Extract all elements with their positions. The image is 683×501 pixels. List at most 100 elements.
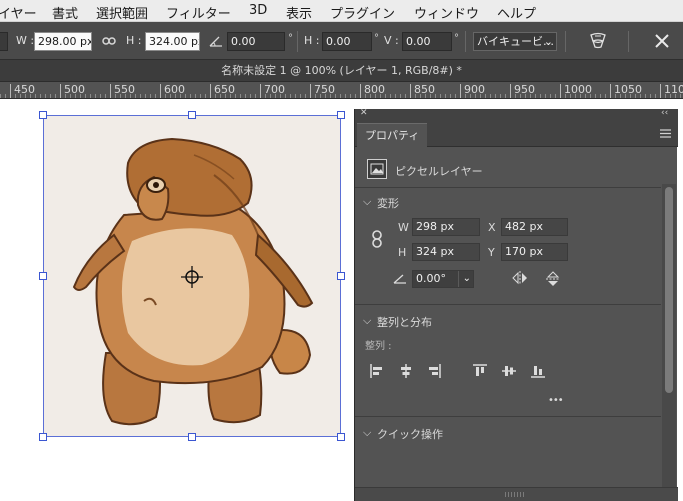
transform-width-input[interactable]: 298 px [412,218,480,236]
angle-icon [209,35,223,47]
chevron-down-icon[interactable]: ⌵ [363,314,371,328]
rotation-unit: ° [288,33,293,44]
ruler-tick: 1100 [660,84,683,98]
align-middle-vertical-icon[interactable] [502,364,516,378]
chain-link-icon[interactable] [372,230,382,248]
flip-vertical-icon[interactable] [546,271,560,287]
menu-select[interactable]: 選択範囲 [96,3,148,22]
align-top-icon[interactable] [473,364,487,378]
options-divider [465,31,466,52]
transform-angle-value: 0.00° [416,272,446,285]
document-tab[interactable]: 名称未設定 1 @ 100% (レイヤー 1, RGB/8#) * [0,60,683,82]
transform-w-label: W [398,221,409,234]
align-right-icon[interactable] [427,364,441,378]
ruler-tick: 450 [10,84,35,98]
height-label: H : [126,34,142,47]
warp-icon[interactable] [589,32,607,50]
transform-handle-right[interactable] [337,272,345,280]
pixel-layer-icon [367,159,387,179]
panel-header-strip: ✕ ‹‹ [355,108,678,121]
transform-handle-top[interactable] [188,111,196,119]
align-sub-label: 整列 : [365,341,392,352]
ruler-tick: 750 [310,84,335,98]
transform-handle-bottom[interactable] [188,433,196,441]
section-divider [355,416,661,417]
menu-filter[interactable]: フィルター [166,3,231,22]
chevron-down-icon: ⌄ [543,35,553,48]
menu-help[interactable]: ヘルプ [497,3,536,22]
section-divider [355,304,661,305]
transform-handle-bottom-left[interactable] [39,433,47,441]
height-input[interactable]: 324.00 px [145,32,200,51]
transform-x-input[interactable]: 482 px [501,218,568,236]
transform-angle-input[interactable]: 0.00° ⌄ [412,270,474,288]
menu-layer[interactable]: イヤー [0,3,37,22]
document-canvas[interactable] [0,99,354,501]
transform-x-label: X [488,221,496,234]
options-divider [565,31,566,52]
align-bottom-icon[interactable] [531,364,545,378]
options-bar-field-fragment[interactable] [0,32,8,51]
panel-scrollbar-thumb[interactable] [665,187,673,393]
transform-handle-bottom-right[interactable] [337,433,345,441]
more-options-button[interactable]: ••• [548,395,564,406]
align-section-header[interactable]: 整列と分布 [377,314,432,330]
options-divider [628,31,629,52]
transform-handle-top-right[interactable] [337,111,345,119]
options-bar: W : 298.00 px H : 324.00 px 0.00 ° H : 0… [0,22,683,60]
transform-handle-top-left[interactable] [39,111,47,119]
ruler-tick: 800 [360,84,385,98]
ruler-tick: 850 [410,84,435,98]
panel-menu-icon[interactable] [660,129,671,138]
reference-point-icon[interactable] [181,266,203,288]
transform-h-label: H [398,246,407,259]
chevron-down-icon[interactable]: ⌵ [363,426,371,440]
ruler-tick: 550 [110,84,135,98]
rotation-input[interactable]: 0.00 [227,32,285,51]
align-center-horizontal-icon[interactable] [399,364,413,378]
chevron-down-icon: ⌄ [457,271,471,287]
flip-horizontal-icon[interactable] [512,271,528,285]
ruler-tick: 700 [260,84,285,98]
menu-window[interactable]: ウィンドウ [414,3,479,22]
horizontal-ruler[interactable]: 450 500 550 600 650 700 750 800 850 900 … [0,82,683,99]
ruler-tick: 500 [60,84,85,98]
transform-y-label: Y [488,246,495,259]
interpolation-value: バイキュービ… [477,35,554,48]
align-left-icon[interactable] [370,364,384,378]
close-icon[interactable] [654,33,670,49]
panel-tab-bar: プロパティ [355,121,678,148]
horizontal-skew-label: H : [304,34,320,47]
width-label: W : [16,34,35,47]
link-icon[interactable] [102,35,116,47]
vertical-skew-unit: ° [454,33,459,44]
width-input[interactable]: 298.00 px [34,32,92,51]
options-divider [297,31,298,52]
tab-properties[interactable]: プロパティ [357,123,427,148]
panel-close-icon[interactable]: ✕ [360,108,368,118]
vertical-skew-input[interactable]: 0.00 [402,32,452,51]
transform-y-input[interactable]: 170 px [501,243,568,261]
interpolation-select[interactable]: バイキュービ… ⌄ [473,32,557,51]
ruler-tick: 950 [510,84,535,98]
ruler-tick: 1050 [610,84,642,98]
quick-actions-header[interactable]: クイック操作 [377,426,443,442]
angle-icon [393,273,407,284]
menu-view[interactable]: 表示 [286,3,312,22]
transform-height-input[interactable]: 324 px [412,243,480,261]
collapse-icon[interactable]: ‹‹ [661,108,668,118]
menu-3d[interactable]: 3D [249,3,267,18]
transform-handle-left[interactable] [39,272,47,280]
properties-panel: ✕ ‹‹ プロパティ ピクセルレイヤー ⌵ 変形 W 298 px X 482 … [354,108,678,501]
ruler-tick: 650 [210,84,235,98]
ruler-tick: 900 [460,84,485,98]
horizontal-skew-unit: ° [374,33,379,44]
ruler-tick: 1000 [560,84,592,98]
vertical-skew-label: V : [384,34,399,47]
panel-resize-grip[interactable] [505,492,525,497]
horizontal-skew-input[interactable]: 0.00 [322,32,372,51]
menu-type[interactable]: 書式 [52,3,78,22]
transform-section-header[interactable]: 変形 [377,195,399,211]
chevron-down-icon[interactable]: ⌵ [363,195,371,209]
menu-plugins[interactable]: プラグイン [330,3,395,22]
